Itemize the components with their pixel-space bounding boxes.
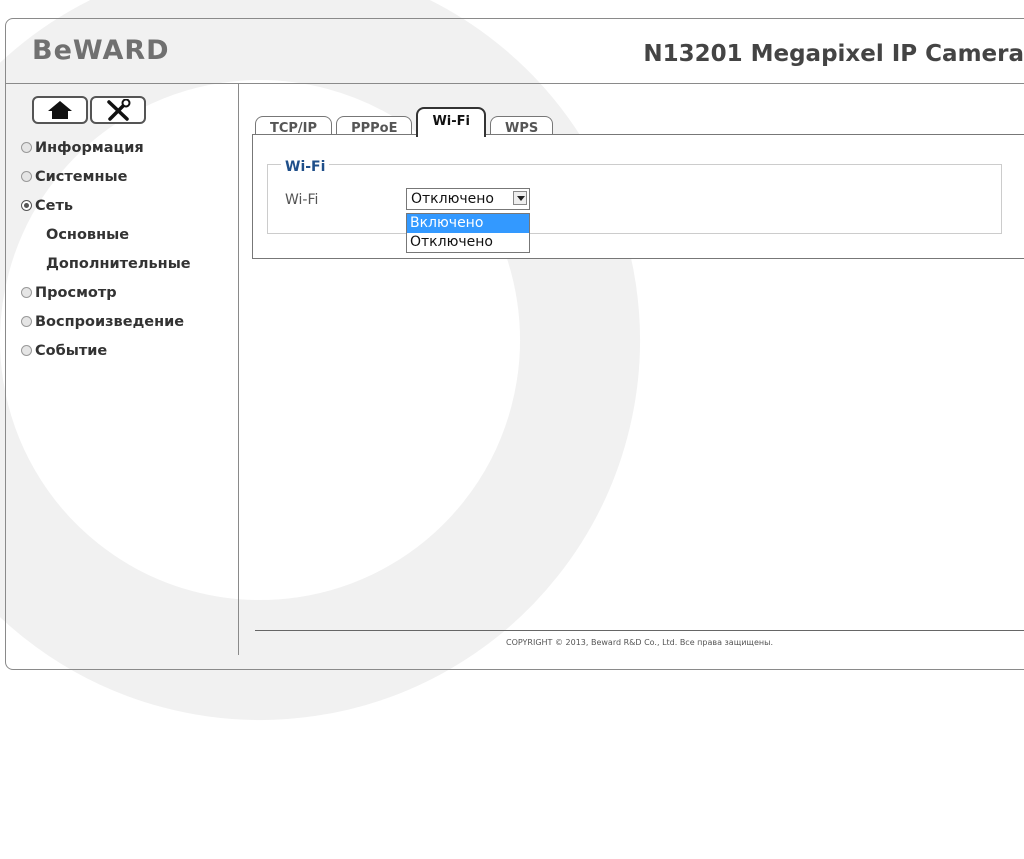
sidebar-menu: Информация Системные Сеть Основные Допол… xyxy=(6,134,238,366)
tab-bar: TCP/IP PPPoE Wi-Fi WPS xyxy=(255,107,557,141)
section-legend: Wi-Fi xyxy=(281,159,330,175)
tools-icon xyxy=(107,99,131,121)
sidebar-subitem-advanced[interactable]: Дополнительные xyxy=(6,250,238,279)
option-disabled[interactable]: Отключено xyxy=(407,233,529,252)
home-button[interactable] xyxy=(32,96,88,124)
sidebar-item-info[interactable]: Информация xyxy=(6,134,238,163)
wifi-fieldset xyxy=(267,164,1002,234)
sidebar-subitem-basic[interactable]: Основные xyxy=(6,221,238,250)
wifi-select-value: Отключено xyxy=(411,191,494,207)
option-enabled[interactable]: Включено xyxy=(407,214,529,233)
sidebar-item-network[interactable]: Сеть xyxy=(6,192,238,221)
wifi-select[interactable]: Отключено xyxy=(406,188,530,210)
content-panel xyxy=(252,134,1024,259)
home-icon xyxy=(48,101,72,119)
brand-logo: BeWARD xyxy=(32,35,170,66)
tab-wifi[interactable]: Wi-Fi xyxy=(416,107,486,137)
sidebar-item-event[interactable]: Событие xyxy=(6,337,238,366)
wifi-dropdown-list: Включено Отключено xyxy=(406,213,530,253)
sidebar-item-playback[interactable]: Воспроизведение xyxy=(6,308,238,337)
bullet-icon xyxy=(21,287,32,298)
header: BeWARD N13201 Megapixel IP Camera xyxy=(6,19,1024,84)
sidebar: Информация Системные Сеть Основные Допол… xyxy=(6,84,239,655)
bullet-icon xyxy=(21,171,32,182)
sidebar-item-system[interactable]: Системные xyxy=(6,163,238,192)
bullet-icon xyxy=(21,316,32,327)
chevron-down-icon[interactable] xyxy=(513,191,527,205)
bullet-icon xyxy=(21,345,32,356)
wifi-field-label: Wi-Fi xyxy=(285,192,319,208)
camera-title: N13201 Megapixel IP Camera xyxy=(643,41,1024,67)
bullet-icon xyxy=(21,142,32,153)
top-buttons xyxy=(32,96,148,124)
footer-divider xyxy=(255,630,1024,631)
sidebar-item-view[interactable]: Просмотр xyxy=(6,279,238,308)
copyright-text: COPYRIGHT © 2013, Beward R&D Co., Ltd. В… xyxy=(506,638,773,647)
settings-button[interactable] xyxy=(90,96,146,124)
bullet-active-icon xyxy=(21,200,32,211)
